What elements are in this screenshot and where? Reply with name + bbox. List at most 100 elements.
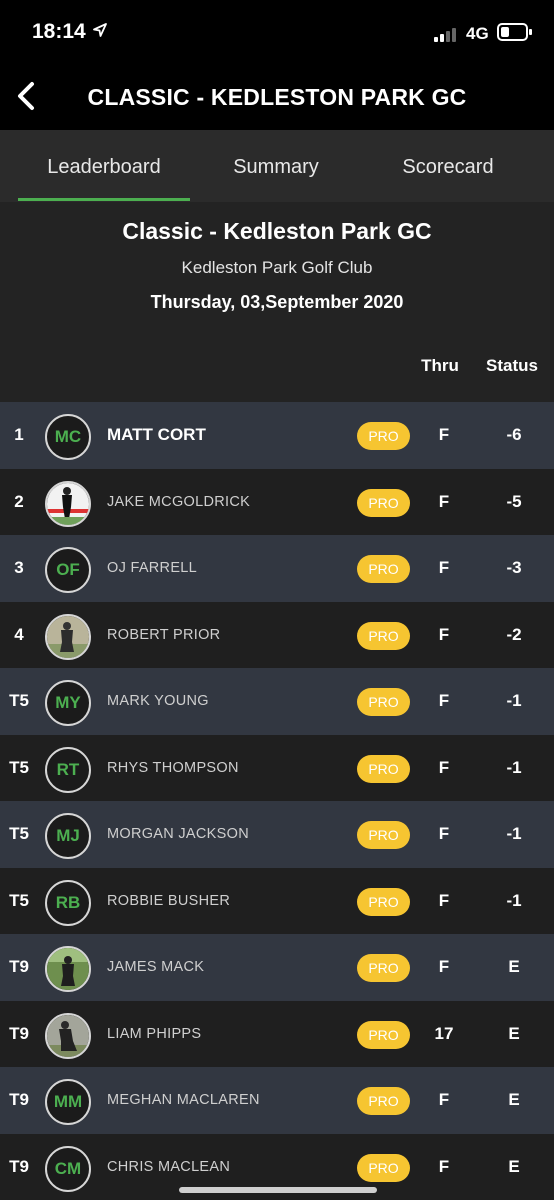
leaderboard-row[interactable]: T5 MY MARK YOUNG PRO F -1 — [0, 668, 554, 735]
player-status: -5 — [506, 491, 522, 511]
leaderboard-row[interactable]: T9 LIAM PHIPPS PRO 17 E — [0, 1000, 554, 1067]
player-status: -1 — [506, 890, 522, 910]
player-name: OJ FARRELL — [107, 560, 198, 576]
player-position: T9 — [9, 1156, 29, 1176]
tab-summary[interactable]: Summary — [176, 130, 376, 202]
avatar-initials: RT — [56, 759, 80, 779]
pro-badge: PRO — [357, 555, 410, 583]
player-thru: F — [438, 624, 450, 644]
player-name: MARK YOUNG — [107, 693, 209, 709]
avatar-photo — [45, 480, 91, 527]
player-name: ROBERT PRIOR — [107, 626, 221, 643]
leaderboard-row[interactable]: T9 JAMES MACK PRO F E — [0, 934, 554, 1001]
player-name: MATT CORT — [107, 425, 206, 444]
player-status: E — [508, 957, 520, 976]
player-position: 1 — [14, 425, 24, 444]
player-position: T5 — [9, 890, 29, 910]
player-thru: F — [438, 558, 450, 577]
player-thru: F — [438, 890, 450, 910]
player-name: LIAM PHIPPS — [107, 1025, 202, 1042]
player-name: JAKE MCGOLDRICK — [107, 493, 251, 510]
leaderboard-row[interactable]: 4 ROBERT PRIOR PRO F -2 — [0, 601, 554, 668]
event-club: Kedleston Park Golf Club — [181, 258, 373, 277]
player-status: -1 — [506, 691, 522, 710]
player-name: MEGHAN MACLAREN — [107, 1092, 260, 1108]
leaderboard-row[interactable]: 3 OF OJ FARRELL PRO F -3 — [0, 535, 554, 602]
player-name: JAMES MACK — [107, 959, 205, 975]
avatar-initials: MY — [55, 693, 81, 712]
player-status: -1 — [506, 757, 522, 777]
player-thru: F — [438, 757, 450, 777]
avatar: OF — [45, 547, 91, 593]
home-indicator[interactable] — [179, 1187, 377, 1193]
player-thru: F — [438, 491, 450, 511]
player-position: T5 — [9, 824, 29, 843]
leaderboard-row[interactable]: T5 MJ MORGAN JACKSON PRO F -1 — [0, 801, 554, 868]
player-thru: F — [438, 1090, 450, 1109]
tab-scorecard[interactable]: Scorecard — [348, 130, 548, 202]
player-position: 2 — [14, 491, 24, 511]
pro-badge: PRO — [357, 488, 410, 517]
column-header-thru: Thru — [421, 356, 459, 375]
avatar-photo — [45, 946, 91, 992]
player-status: E — [508, 1090, 520, 1109]
player-status: E — [508, 1156, 520, 1176]
player-position: T9 — [9, 957, 29, 976]
pro-badge: PRO — [357, 688, 410, 716]
location-arrow-icon — [93, 23, 107, 37]
player-thru: F — [438, 824, 450, 843]
leaderboard-row[interactable]: T5 RB ROBBIE BUSHER PRO F -1 — [0, 867, 554, 934]
pro-badge: PRO — [357, 1087, 410, 1115]
player-position: T5 — [9, 757, 29, 777]
avatar-initials: RB — [55, 892, 81, 912]
avatar: RT — [45, 746, 91, 793]
pro-badge: PRO — [357, 422, 410, 450]
pro-badge: PRO — [357, 887, 410, 916]
leaderboard-row[interactable]: 2 JAKE MCGOLDRICK PRO F -5 — [0, 468, 554, 535]
column-header-status: Status — [486, 356, 538, 375]
player-status: -6 — [506, 425, 522, 444]
avatar-initials: MJ — [56, 826, 80, 845]
avatar-photo — [45, 1012, 91, 1059]
player-name: ROBBIE BUSHER — [107, 892, 231, 909]
avatar: CM — [45, 1145, 91, 1192]
avatar: RB — [45, 879, 91, 926]
player-position: T9 — [9, 1023, 29, 1043]
leaderboard-row[interactable]: 1 MC MATT CORT PRO F -6 — [0, 402, 554, 469]
leaderboard-row[interactable]: T9 MM MEGHAN MACLAREN PRO F E — [0, 1067, 554, 1134]
leaderboard-list: 1 MC MATT CORT PRO F -6 2 JAKE MCGOLDRIC… — [0, 402, 554, 1200]
player-thru: 17 — [434, 1023, 454, 1043]
tab-bar: Leaderboard Summary Scorecard — [0, 130, 554, 202]
player-position: 3 — [14, 558, 24, 577]
leaderboard-row[interactable]: T5 RT RHYS THOMPSON PRO F -1 — [0, 734, 554, 801]
status-time: 18:14 — [32, 20, 86, 43]
pro-badge: PRO — [357, 621, 410, 650]
player-name: MORGAN JACKSON — [107, 826, 249, 842]
avatar-initials: MC — [54, 427, 82, 446]
pro-badge: PRO — [357, 821, 410, 849]
avatar-initials: OF — [56, 560, 80, 579]
player-name: RHYS THOMPSON — [107, 759, 239, 776]
player-status: -1 — [506, 824, 522, 843]
pro-badge: PRO — [357, 1020, 410, 1049]
player-position: 4 — [14, 624, 24, 644]
player-status: E — [508, 1023, 520, 1043]
nav-bar: CLASSIC - KEDLESTON PARK GC — [0, 62, 554, 130]
signal-icon — [434, 28, 456, 42]
player-thru: F — [438, 425, 450, 444]
avatar: MC — [45, 414, 91, 460]
player-position: T9 — [9, 1090, 29, 1109]
avatar: MM — [45, 1079, 91, 1125]
avatar-initials: CM — [54, 1158, 82, 1178]
status-bar: 18:14 4G — [0, 0, 554, 62]
player-status: -3 — [506, 558, 522, 577]
avatar: MY — [45, 680, 91, 726]
network-label: 4G — [466, 24, 489, 43]
player-position: T5 — [9, 691, 29, 710]
player-status: -2 — [506, 624, 522, 644]
event-title: Classic - Kedleston Park GC — [122, 218, 432, 244]
pro-badge: PRO — [357, 954, 410, 982]
avatar-photo — [45, 613, 91, 660]
player-thru: F — [438, 957, 450, 976]
pro-badge: PRO — [357, 1153, 410, 1182]
